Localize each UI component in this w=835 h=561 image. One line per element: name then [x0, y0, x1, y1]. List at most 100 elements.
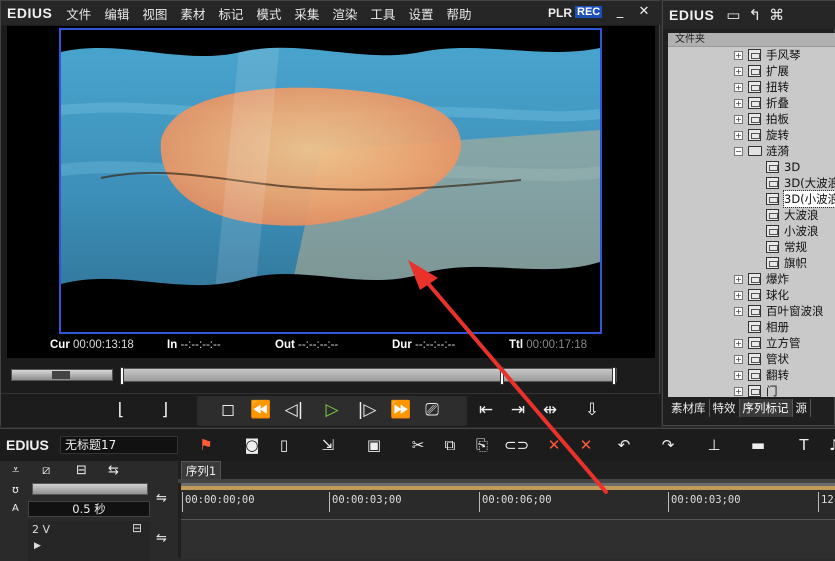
delete-icon[interactable]: ✕	[544, 435, 564, 455]
tree-item[interactable]: + 立方管	[668, 335, 835, 351]
set-in-icon[interactable]: ⌊	[111, 398, 131, 422]
time-ruler[interactable]: 00:00:00;00 00:00:03;00 00:00:06;00 00:0…	[181, 483, 835, 519]
expand-icon[interactable]: +	[734, 339, 743, 348]
sync-icon[interactable]: ▬	[748, 435, 768, 455]
tab-source[interactable]: 源	[793, 399, 811, 417]
track-header-2v[interactable]: 2 V ⊟ ▶	[28, 521, 150, 561]
set-out-icon[interactable]: ⌋	[155, 398, 175, 422]
tree-item[interactable]: + 百叶窗波浪	[668, 303, 835, 319]
tab-sequence-markers[interactable]: 序列标记	[739, 399, 793, 417]
step-back-icon[interactable]: ◁|	[283, 398, 305, 422]
tab-effects[interactable]: 特效	[710, 399, 740, 417]
zoom-level-select[interactable]: 0.5 秒	[28, 501, 150, 517]
menu-marker[interactable]: 标记	[218, 4, 243, 23]
menu-help[interactable]: 帮助	[446, 4, 471, 23]
expand-icon[interactable]: +	[734, 307, 743, 316]
new-sequence-icon[interactable]: ▯	[274, 435, 294, 455]
add-cut-icon[interactable]: ⊥	[704, 435, 724, 455]
play-icon[interactable]: ▷	[321, 398, 343, 422]
plr-toggle[interactable]: PLR	[548, 6, 572, 20]
capture-icon[interactable]: ◙	[242, 435, 262, 455]
project-name-field[interactable]: 无标题17	[60, 436, 178, 454]
tree-item[interactable]: + 折叠	[668, 95, 835, 111]
menu-render[interactable]: 渲染	[332, 4, 357, 23]
tree-item[interactable]: 3D	[668, 159, 835, 175]
tree-item[interactable]: 3D(小波浪	[668, 190, 835, 208]
tree-item[interactable]: + 扩展	[668, 63, 835, 79]
minimize-icon[interactable]: _	[613, 5, 627, 19]
tree-item[interactable]: 常规	[668, 239, 835, 255]
replace-icon[interactable]: ⊂⊃	[504, 435, 529, 455]
ripple-delete-icon[interactable]: ✕	[576, 435, 596, 455]
overwrite-icon[interactable]: ⇥	[505, 398, 531, 422]
menu-capture[interactable]: 采集	[294, 4, 319, 23]
lock-icon[interactable]: A	[12, 503, 19, 514]
audio-icon[interactable]: ♪	[824, 435, 835, 455]
expand-icon[interactable]: +	[734, 67, 743, 76]
expand-icon[interactable]: +	[734, 51, 743, 60]
tree-item[interactable]: 旗帜	[668, 255, 835, 271]
zoom-slider[interactable]	[32, 483, 148, 495]
stop-icon[interactable]: ◻	[217, 398, 239, 422]
menu-mode[interactable]: 模式	[256, 4, 281, 23]
import-icon[interactable]: ⇲	[318, 435, 338, 455]
expand-icon[interactable]: +	[734, 131, 743, 140]
mode-icon[interactable]: ⚑	[196, 435, 216, 455]
tree-item[interactable]: + 扭转	[668, 79, 835, 95]
tree-item[interactable]: + 门	[668, 383, 835, 397]
track-expand-icon[interactable]: ▶	[34, 541, 41, 551]
in-point-marker[interactable]	[120, 367, 124, 385]
track-swap-icon[interactable]: ⇋	[156, 531, 167, 546]
tree-item[interactable]: + 翻转	[668, 367, 835, 383]
jog-knob[interactable]	[52, 371, 70, 379]
step-forward-icon[interactable]: |▷	[356, 398, 378, 422]
tree-view-icon[interactable]: ⌘	[769, 6, 784, 24]
save-icon[interactable]: ▣	[364, 435, 384, 455]
folder-icon[interactable]: ▭	[726, 6, 740, 24]
position-slider[interactable]	[120, 367, 617, 385]
title-icon[interactable]: T	[794, 435, 814, 455]
tree-item[interactable]: + 手风琴	[668, 47, 835, 63]
copy-icon[interactable]: ⧉	[440, 435, 460, 455]
tree-item[interactable]: + 拍板	[668, 111, 835, 127]
rec-toggle[interactable]: REC	[575, 6, 603, 18]
three-point-edit-icon[interactable]: ⇹	[537, 398, 563, 422]
expand-icon[interactable]: +	[734, 387, 743, 396]
up-folder-icon[interactable]: ↰	[748, 6, 761, 24]
undo-icon[interactable]: ↶	[614, 435, 634, 455]
tree-item[interactable]: + 球化	[668, 287, 835, 303]
loop-icon[interactable]: ⎚	[421, 398, 443, 422]
playhead-marker[interactable]	[500, 367, 504, 385]
menu-clip[interactable]: 素材	[180, 4, 205, 23]
tree-item[interactable]: + 旋转	[668, 127, 835, 143]
tab-bin[interactable]: 素材库	[668, 399, 710, 417]
paste-icon[interactable]: ⎘	[472, 435, 492, 455]
menu-view[interactable]: 视图	[142, 4, 167, 23]
menu-settings[interactable]: 设置	[408, 4, 433, 23]
expand-icon[interactable]: +	[734, 291, 743, 300]
ripple-mode-icon[interactable]: ⧄	[42, 463, 50, 478]
visibility-icon[interactable]: ʊ	[12, 483, 19, 496]
menu-tools[interactable]: 工具	[370, 4, 395, 23]
menu-edit[interactable]: 编辑	[104, 4, 129, 23]
swap-icon[interactable]: ⇋	[156, 491, 167, 506]
close-icon[interactable]: ✕	[637, 5, 651, 19]
expand-icon[interactable]: +	[734, 371, 743, 380]
tree-item[interactable]: 大波浪	[668, 207, 835, 223]
tab-sequence-1[interactable]: 序列1	[181, 461, 221, 479]
track-video-icon[interactable]: ⊟	[132, 521, 142, 535]
preview-monitor[interactable]: Cur 00:00:13:18 In --:--:--:-- Out --:--…	[7, 26, 655, 358]
tree-item[interactable]: + 管状	[668, 351, 835, 367]
cut-icon[interactable]: ✂	[408, 435, 428, 455]
rewind-icon[interactable]: ⏪	[248, 398, 274, 422]
expand-icon[interactable]: +	[734, 115, 743, 124]
menu-file[interactable]: 文件	[66, 4, 91, 23]
fast-forward-icon[interactable]: ⏩	[388, 398, 414, 422]
snap-mode-icon[interactable]: ⇆	[108, 463, 119, 478]
track-2v-lane[interactable]	[181, 519, 835, 559]
tree-item[interactable]: 相册	[668, 319, 835, 335]
jog-slider[interactable]	[11, 369, 113, 381]
redo-icon[interactable]: ↷	[658, 435, 678, 455]
output-icon[interactable]: ⇩	[581, 398, 603, 422]
group-mode-icon[interactable]: ⊟	[76, 463, 87, 478]
